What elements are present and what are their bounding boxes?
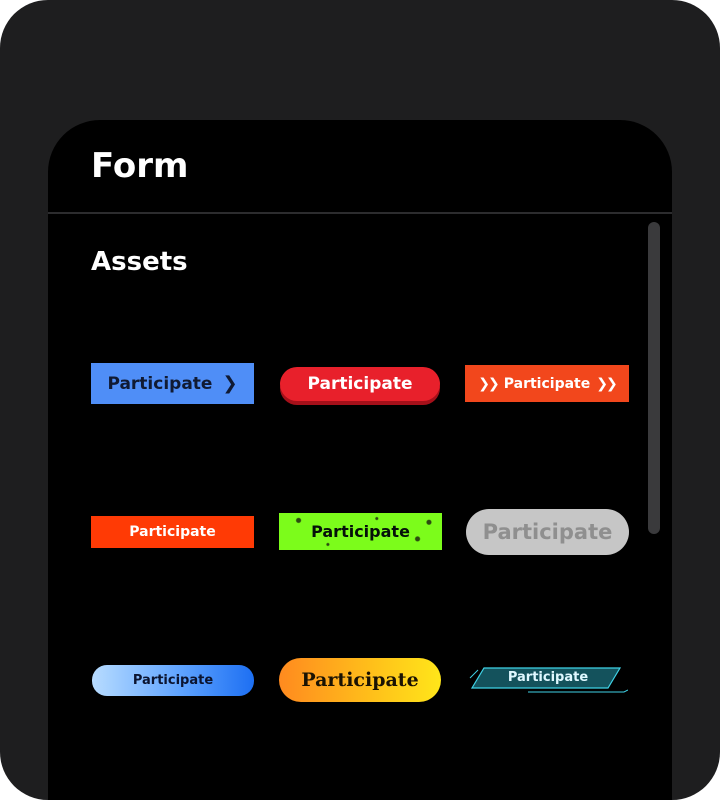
participate-label: Participate	[301, 669, 419, 691]
participate-button-blue-gradient[interactable]: Participate	[92, 665, 254, 696]
participate-label: Participate	[503, 375, 591, 392]
participate-button-teal-tech[interactable]: Participate	[468, 666, 628, 698]
participate-button-red-pill[interactable]: Participate	[280, 367, 440, 401]
scrollbar[interactable]	[648, 222, 660, 534]
participate-label: Participate	[129, 524, 216, 540]
section-title: Assets	[91, 247, 188, 277]
device-frame: Form Assets Participate ❯ Participate ❯❯…	[0, 0, 720, 800]
participate-label: Participate	[507, 669, 589, 685]
participate-button-green-grunge[interactable]: Participate	[279, 513, 442, 550]
chevron-right-icon: ❯	[222, 373, 238, 394]
participate-label: Participate	[307, 374, 413, 394]
form-panel: Form Assets Participate ❯ Participate ❯❯…	[48, 120, 672, 800]
participate-button-orange-arrows[interactable]: ❯❯ Participate ❯❯	[465, 365, 629, 402]
double-chevron-right-icon: ❯❯	[596, 375, 618, 392]
participate-button-orange-flat[interactable]: Participate	[91, 516, 254, 548]
double-chevron-right-icon: ❯❯	[478, 375, 500, 392]
panel-header: Form	[48, 120, 672, 214]
participate-label: Participate	[311, 522, 410, 541]
partial-asset-preview	[484, 796, 624, 800]
participate-button-gray-disabled[interactable]: Participate	[466, 509, 629, 555]
participate-label: Participate	[107, 373, 213, 394]
participate-button-yellow-gradient[interactable]: Participate	[279, 658, 441, 702]
participate-label: Participate	[482, 520, 613, 544]
participate-button-blue[interactable]: Participate ❯	[91, 363, 254, 404]
participate-label: Participate	[132, 673, 214, 688]
panel-title: Form	[91, 146, 189, 186]
